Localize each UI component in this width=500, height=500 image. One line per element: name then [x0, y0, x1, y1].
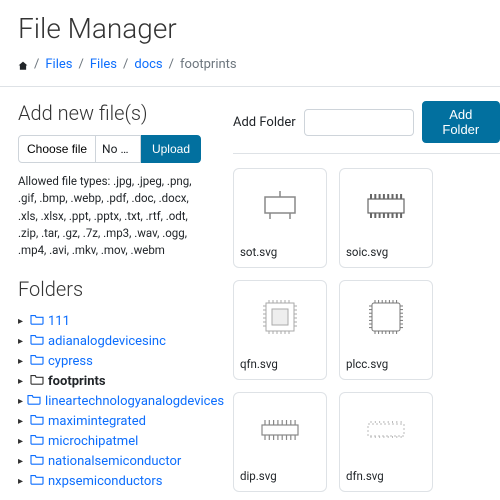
folder-icon — [27, 393, 41, 409]
caret-icon: ▸ — [18, 396, 23, 407]
folder-icon — [30, 353, 44, 369]
folder-link[interactable]: maximintegrated — [48, 414, 146, 429]
file-thumbnail — [346, 401, 426, 457]
file-thumbnail — [240, 289, 320, 345]
file-card[interactable]: sot.svg — [233, 168, 327, 268]
file-name: soic.svg — [346, 239, 426, 259]
folder-item[interactable]: ▸ microchipatmel — [18, 431, 201, 451]
caret-icon: ▸ — [18, 456, 26, 467]
folder-icon — [30, 433, 44, 449]
folder-link[interactable]: microchipatmel — [48, 434, 138, 449]
file-card[interactable]: qfn.svg — [233, 280, 327, 380]
folder-item[interactable]: ▸ cypress — [18, 351, 201, 371]
file-card[interactable]: plcc.svg — [339, 280, 433, 380]
file-thumbnail — [240, 177, 320, 233]
choose-file-button[interactable]: Choose file — [18, 135, 96, 163]
allowed-types-text: Allowed file types: .jpg, .jpeg, .png, .… — [18, 173, 201, 259]
folders-heading: Folders — [18, 277, 201, 301]
home-icon[interactable] — [18, 60, 28, 70]
caret-icon: ▸ — [18, 476, 26, 487]
folder-icon — [30, 473, 44, 489]
breadcrumb-link[interactable]: Files — [45, 57, 72, 72]
folder-link[interactable]: footprints — [48, 374, 106, 389]
divider — [233, 153, 500, 154]
breadcrumb-separator: / — [123, 57, 128, 72]
upload-button[interactable]: Upload — [141, 135, 201, 163]
file-name: dfn.svg — [346, 463, 426, 483]
folder-item[interactable]: ▸ footprints — [18, 371, 201, 391]
caret-icon: ▸ — [18, 416, 26, 427]
folder-item[interactable]: ▸ lineartechnologyanalogdevices — [18, 391, 201, 411]
file-name: dip.svg — [240, 463, 320, 483]
page-title: File Manager — [0, 0, 500, 53]
folder-link[interactable]: adianalogdevicesinc — [48, 334, 166, 349]
folder-link[interactable]: cypress — [48, 354, 93, 369]
folder-icon — [30, 413, 44, 429]
folder-icon — [30, 333, 44, 349]
breadcrumb-separator: / — [79, 57, 84, 72]
file-name: sot.svg — [240, 239, 320, 259]
file-thumbnail — [240, 401, 320, 457]
folder-item[interactable]: ▸ nationalsemiconductor — [18, 451, 201, 471]
folder-icon — [30, 313, 44, 329]
add-folder-label: Add Folder — [233, 115, 296, 130]
file-card[interactable]: dip.svg — [233, 392, 327, 492]
folder-icon — [30, 373, 44, 389]
folder-link[interactable]: nationalsemiconductor — [48, 454, 181, 469]
folder-icon — [30, 453, 44, 469]
caret-icon: ▸ — [18, 376, 26, 387]
folder-item[interactable]: ▸ nxpsemiconductors — [18, 471, 201, 491]
file-thumbnail — [346, 177, 426, 233]
folder-item[interactable]: ▸ 111 — [18, 311, 201, 331]
file-name: qfn.svg — [240, 351, 320, 371]
caret-icon: ▸ — [18, 336, 26, 347]
folder-item[interactable]: ▸ maximintegrated — [18, 411, 201, 431]
folder-link[interactable]: lineartechnologyanalogdevices — [45, 394, 224, 409]
folder-link[interactable]: 111 — [48, 314, 70, 329]
caret-icon: ▸ — [18, 356, 26, 367]
file-name: plcc.svg — [346, 351, 426, 371]
file-card[interactable]: dfn.svg — [339, 392, 433, 492]
caret-icon: ▸ — [18, 316, 26, 327]
add-folder-button[interactable]: Add Folder — [422, 101, 500, 143]
breadcrumb-link[interactable]: docs — [134, 57, 162, 72]
breadcrumb: / Files / Files / docs / footprints — [0, 53, 500, 86]
breadcrumb-current: footprints — [180, 57, 237, 72]
folder-link[interactable]: nxpsemiconductors — [48, 474, 162, 489]
folder-item[interactable]: ▸ adianalogdevicesinc — [18, 331, 201, 351]
add-folder-input[interactable] — [304, 109, 414, 136]
caret-icon: ▸ — [18, 436, 26, 447]
file-chosen-label: No fi…osen — [96, 135, 141, 163]
breadcrumb-separator: / — [34, 57, 39, 72]
add-file-heading: Add new file(s) — [18, 101, 201, 125]
breadcrumb-separator: / — [169, 57, 174, 72]
file-thumbnail — [346, 289, 426, 345]
breadcrumb-link[interactable]: Files — [90, 57, 117, 72]
file-card[interactable]: soic.svg — [339, 168, 433, 268]
